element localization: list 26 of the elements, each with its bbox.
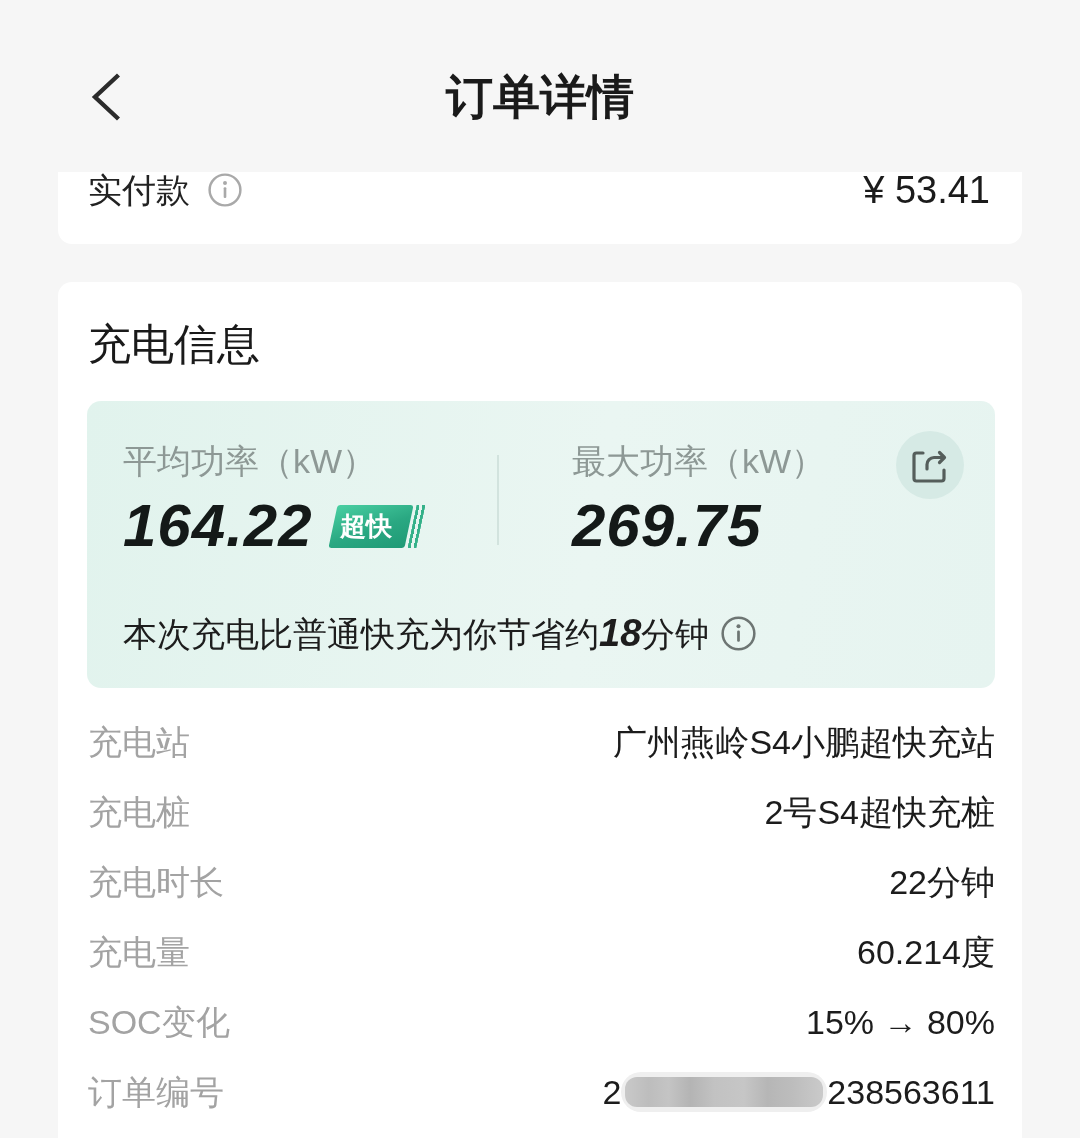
section-title: 充电信息: [88, 320, 261, 368]
payment-label: 实付款: [88, 172, 190, 208]
order-number-start: 2: [602, 1072, 622, 1113]
share-icon[interactable]: [896, 431, 964, 499]
row-value: 15% → 80%: [806, 1002, 995, 1043]
row-label: 充电量: [88, 932, 190, 973]
row-label: SOC变化: [88, 1002, 230, 1043]
back-icon[interactable]: [90, 72, 122, 122]
payment-amount: ¥ 53.41: [863, 172, 990, 208]
power-label: 最大功率（kW）: [572, 441, 827, 481]
row-value: 2号S4超快充桩: [764, 792, 995, 833]
row-label: 充电时长: [88, 862, 224, 903]
row-label: 充电站: [88, 722, 190, 763]
page-title: 订单详情: [446, 69, 634, 125]
row-label: 充电桩: [88, 792, 190, 833]
row-value: 广州燕岭S4小鹏超快充站: [613, 722, 995, 763]
row-value: 22分钟: [889, 862, 995, 903]
speed-badge: 超快: [328, 504, 423, 548]
power-value: 164.22: [123, 494, 313, 558]
savings-text: 本次充电比普通快充为你节省约18分钟: [123, 610, 710, 656]
row-value: 60.214度: [857, 932, 995, 973]
power-label: 平均功率（kW）: [123, 441, 378, 481]
row-label: 订单编号: [88, 1072, 224, 1113]
info-icon[interactable]: [721, 615, 757, 651]
order-number-end: 238563611: [827, 1072, 995, 1113]
power-value: 269.75: [572, 494, 762, 558]
